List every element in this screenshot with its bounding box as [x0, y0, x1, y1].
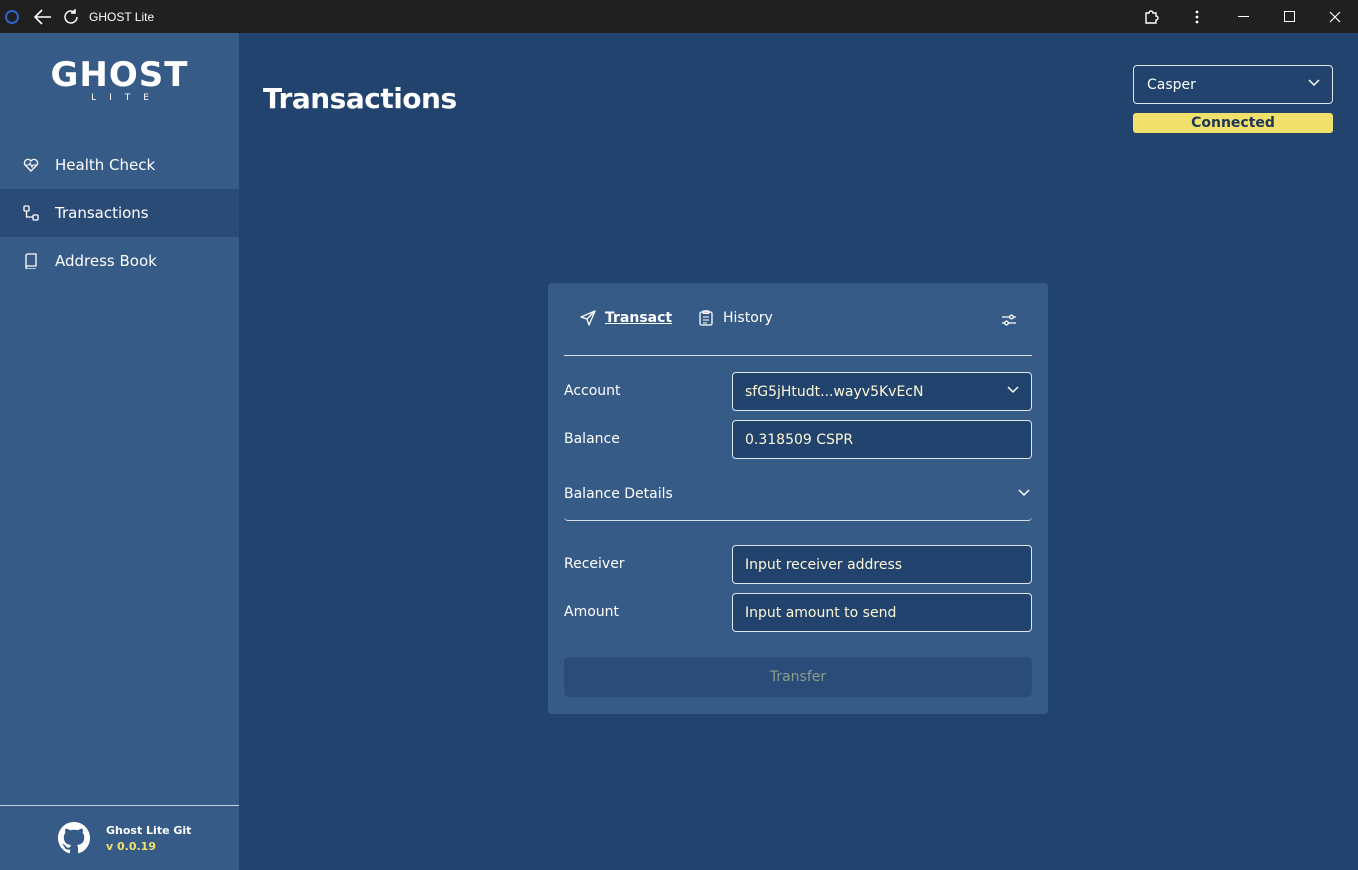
tab-label: History — [723, 310, 773, 326]
sidebar-item-transactions[interactable]: Transactions — [0, 189, 239, 237]
refresh-button[interactable] — [57, 3, 85, 31]
sliders-icon — [1002, 314, 1016, 326]
sidebar-item-label: Address Book — [55, 252, 157, 270]
tab-bar: Transact History — [564, 283, 1032, 356]
app-icon — [5, 9, 19, 24]
balance-label: Balance — [564, 431, 620, 447]
sidebar-item-label: Transactions — [55, 204, 149, 222]
settings-button[interactable] — [1000, 311, 1018, 329]
maximize-button[interactable] — [1266, 0, 1312, 33]
github-link[interactable]: Ghost Lite Git v 0.0.19 — [0, 805, 239, 870]
receiver-label: Receiver — [564, 556, 625, 572]
page-title: Transactions — [263, 82, 457, 115]
transfer-button[interactable]: Transfer — [564, 657, 1032, 697]
back-button[interactable] — [29, 3, 57, 31]
sidebar-item-health-check[interactable]: Health Check — [0, 141, 239, 189]
network-select-value: Casper — [1147, 76, 1196, 93]
sidebar-nav: Health Check Transactions Address Book — [0, 141, 239, 285]
sidebar: GHOST LITE Health Check Transactions Add… — [0, 33, 239, 870]
extensions-button[interactable] — [1128, 0, 1174, 33]
balance-details-toggle[interactable]: Balance Details — [564, 473, 1032, 521]
account-select[interactable]: sfG5jHtudt...wayv5KvEcN — [732, 372, 1032, 411]
tab-history[interactable]: History — [698, 310, 773, 326]
chevron-down-icon — [1308, 79, 1320, 87]
kebab-menu-icon — [1195, 10, 1199, 23]
connection-status-badge: Connected — [1133, 113, 1333, 133]
title-bar: GHOST Lite — [0, 0, 1358, 33]
github-icon — [58, 822, 90, 854]
close-icon — [1329, 11, 1341, 22]
balance-value: 0.318509 CSPR — [745, 431, 854, 448]
book-icon — [23, 253, 39, 269]
transaction-card: Transact History Account sfG5jHtudt...wa… — [548, 283, 1048, 714]
tab-transact[interactable]: Transact — [580, 310, 672, 326]
sidebar-item-address-book[interactable]: Address Book — [0, 237, 239, 285]
amount-label: Amount — [564, 604, 620, 620]
amount-placeholder: Input amount to send — [745, 604, 897, 621]
refresh-icon — [64, 8, 78, 24]
minimize-button[interactable] — [1220, 0, 1266, 33]
maximize-icon — [1283, 11, 1295, 22]
amount-input[interactable]: Input amount to send — [732, 593, 1032, 632]
more-options-button[interactable] — [1174, 0, 1220, 33]
puzzle-icon — [1145, 9, 1159, 24]
logo-subtitle: LITE — [91, 93, 162, 103]
heart-pulse-icon — [23, 157, 39, 173]
close-button[interactable] — [1312, 0, 1358, 33]
network-select[interactable]: Casper — [1133, 65, 1333, 104]
receiver-input[interactable]: Input receiver address — [732, 545, 1032, 584]
account-select-value: sfG5jHtudt...wayv5KvEcN — [745, 383, 924, 400]
balance-details-label: Balance Details — [564, 486, 673, 502]
balance-field: 0.318509 CSPR — [732, 420, 1032, 459]
window-title: GHOST Lite — [89, 9, 155, 24]
tab-label: Transact — [605, 310, 673, 326]
repo-name: Ghost Lite Git — [106, 823, 192, 837]
logo: GHOST LITE — [0, 55, 239, 103]
transactions-icon — [23, 205, 39, 221]
minimize-icon — [1237, 15, 1249, 17]
footer-text: Ghost Lite Git v 0.0.19 — [106, 824, 191, 853]
sidebar-item-label: Health Check — [55, 156, 156, 174]
clipboard-icon — [698, 310, 714, 326]
receiver-placeholder: Input receiver address — [745, 556, 903, 573]
logo-wordmark: GHOST — [50, 55, 189, 95]
account-label: Account — [564, 383, 621, 399]
arrow-left-icon — [34, 8, 51, 25]
send-icon — [580, 310, 596, 326]
version-label: v 0.0.19 — [106, 839, 156, 853]
chevron-down-icon — [1018, 489, 1030, 497]
chevron-down-icon — [1007, 386, 1019, 394]
